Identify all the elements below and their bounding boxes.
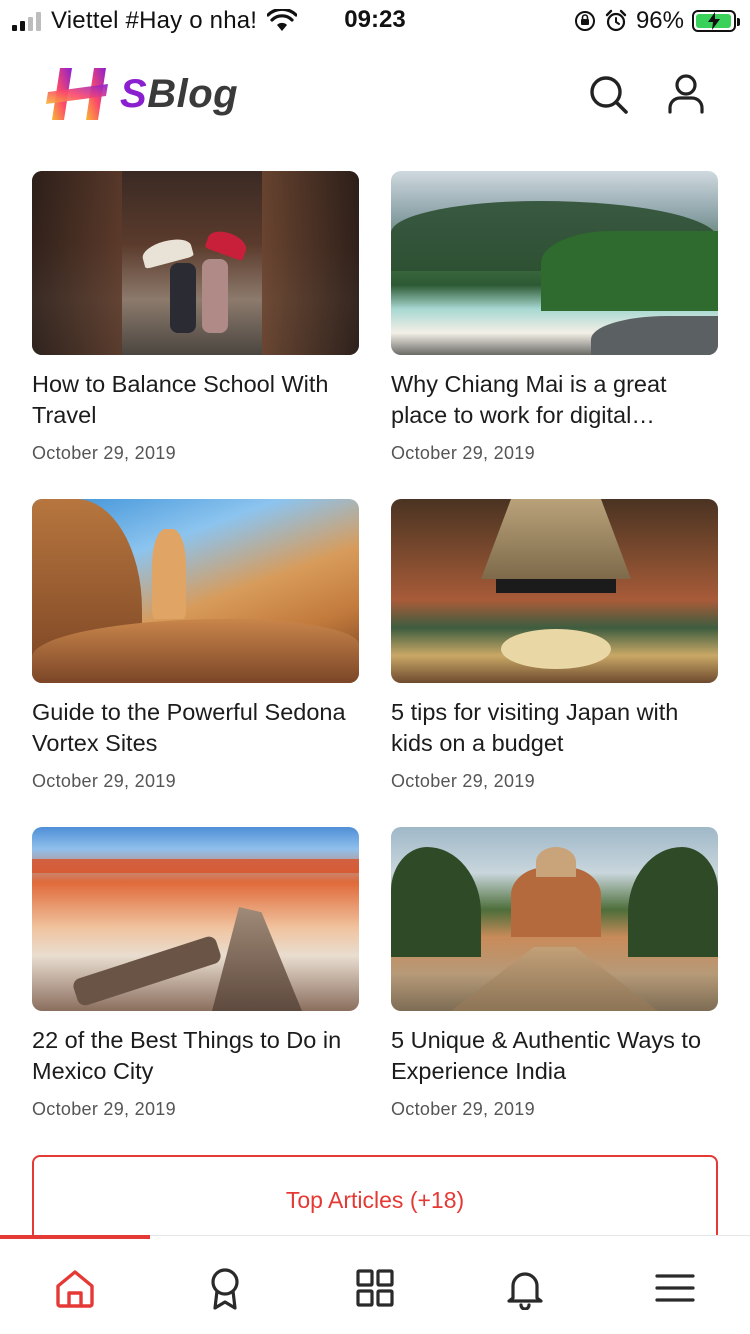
top-articles-label: Top Articles (+18) xyxy=(285,1187,465,1213)
article-thumbnail[interactable] xyxy=(391,499,718,683)
article-date: October 29, 2019 xyxy=(32,1099,176,1119)
status-bar: Viettel #Hay o nha! 09:23 96% xyxy=(0,0,750,40)
article-title[interactable]: 5 tips for visiting Japan with kids on a… xyxy=(391,697,718,759)
article-card[interactable]: Guide to the Powerful Sedona Vortex Site… xyxy=(32,499,359,827)
article-card[interactable]: 5 tips for visiting Japan with kids on a… xyxy=(391,499,718,827)
battery-percent: 96% xyxy=(635,7,684,34)
article-title[interactable]: How to Balance School With Travel xyxy=(32,369,359,431)
article-date: October 29, 2019 xyxy=(391,1099,535,1119)
article-card[interactable]: 5 Unique & Authentic Ways to Experience … xyxy=(391,827,718,1155)
active-tab-indicator xyxy=(0,1235,150,1239)
bell-icon xyxy=(507,1272,543,1311)
app-header: SBlog xyxy=(0,40,750,150)
alarm-icon xyxy=(605,9,627,32)
status-right: 96% xyxy=(574,6,740,36)
logo-mark-icon xyxy=(46,68,108,120)
article-card[interactable]: 22 of the Best Things to Do in Mexico Ci… xyxy=(32,827,359,1155)
award-icon xyxy=(211,1268,239,1310)
article-thumbnail[interactable] xyxy=(32,827,359,1011)
article-date: October 29, 2019 xyxy=(32,443,176,463)
article-date: October 29, 2019 xyxy=(391,443,535,463)
article-title[interactable]: 22 of the Best Things to Do in Mexico Ci… xyxy=(32,1025,359,1087)
article-thumbnail[interactable] xyxy=(391,171,718,355)
article-thumbnail[interactable] xyxy=(391,827,718,1011)
article-title[interactable]: 5 Unique & Authentic Ways to Experience … xyxy=(391,1025,718,1087)
tab-awards[interactable] xyxy=(203,1266,247,1310)
battery-charging-icon xyxy=(692,10,740,32)
top-articles-button[interactable]: Top Articles (+18) xyxy=(32,1155,718,1245)
hsblog-logo[interactable]: SBlog xyxy=(46,62,238,126)
tab-home[interactable] xyxy=(53,1266,97,1310)
article-card[interactable]: How to Balance School With Travel Octobe… xyxy=(32,171,359,499)
article-grid: How to Balance School With Travel Octobe… xyxy=(32,171,718,1155)
bottom-tab-bar xyxy=(0,1235,750,1334)
article-thumbnail[interactable] xyxy=(32,171,359,355)
logo-text: SBlog xyxy=(120,71,239,116)
orientation-lock-icon xyxy=(574,11,595,31)
article-thumbnail[interactable] xyxy=(32,499,359,683)
article-card[interactable]: Why Chiang Mai is a great place to work … xyxy=(391,171,718,499)
user-icon[interactable] xyxy=(664,72,708,116)
tab-menu[interactable] xyxy=(653,1266,697,1310)
search-icon[interactable] xyxy=(586,72,630,116)
article-title[interactable]: Why Chiang Mai is a great place to work … xyxy=(391,369,718,431)
home-icon xyxy=(56,1270,94,1308)
article-title[interactable]: Guide to the Powerful Sedona Vortex Site… xyxy=(32,697,359,759)
article-date: October 29, 2019 xyxy=(391,771,535,791)
grid-icon xyxy=(356,1269,394,1307)
article-date: October 29, 2019 xyxy=(32,771,176,791)
menu-icon xyxy=(655,1274,695,1302)
tab-notifications[interactable] xyxy=(503,1266,547,1311)
tab-categories[interactable] xyxy=(353,1266,397,1310)
